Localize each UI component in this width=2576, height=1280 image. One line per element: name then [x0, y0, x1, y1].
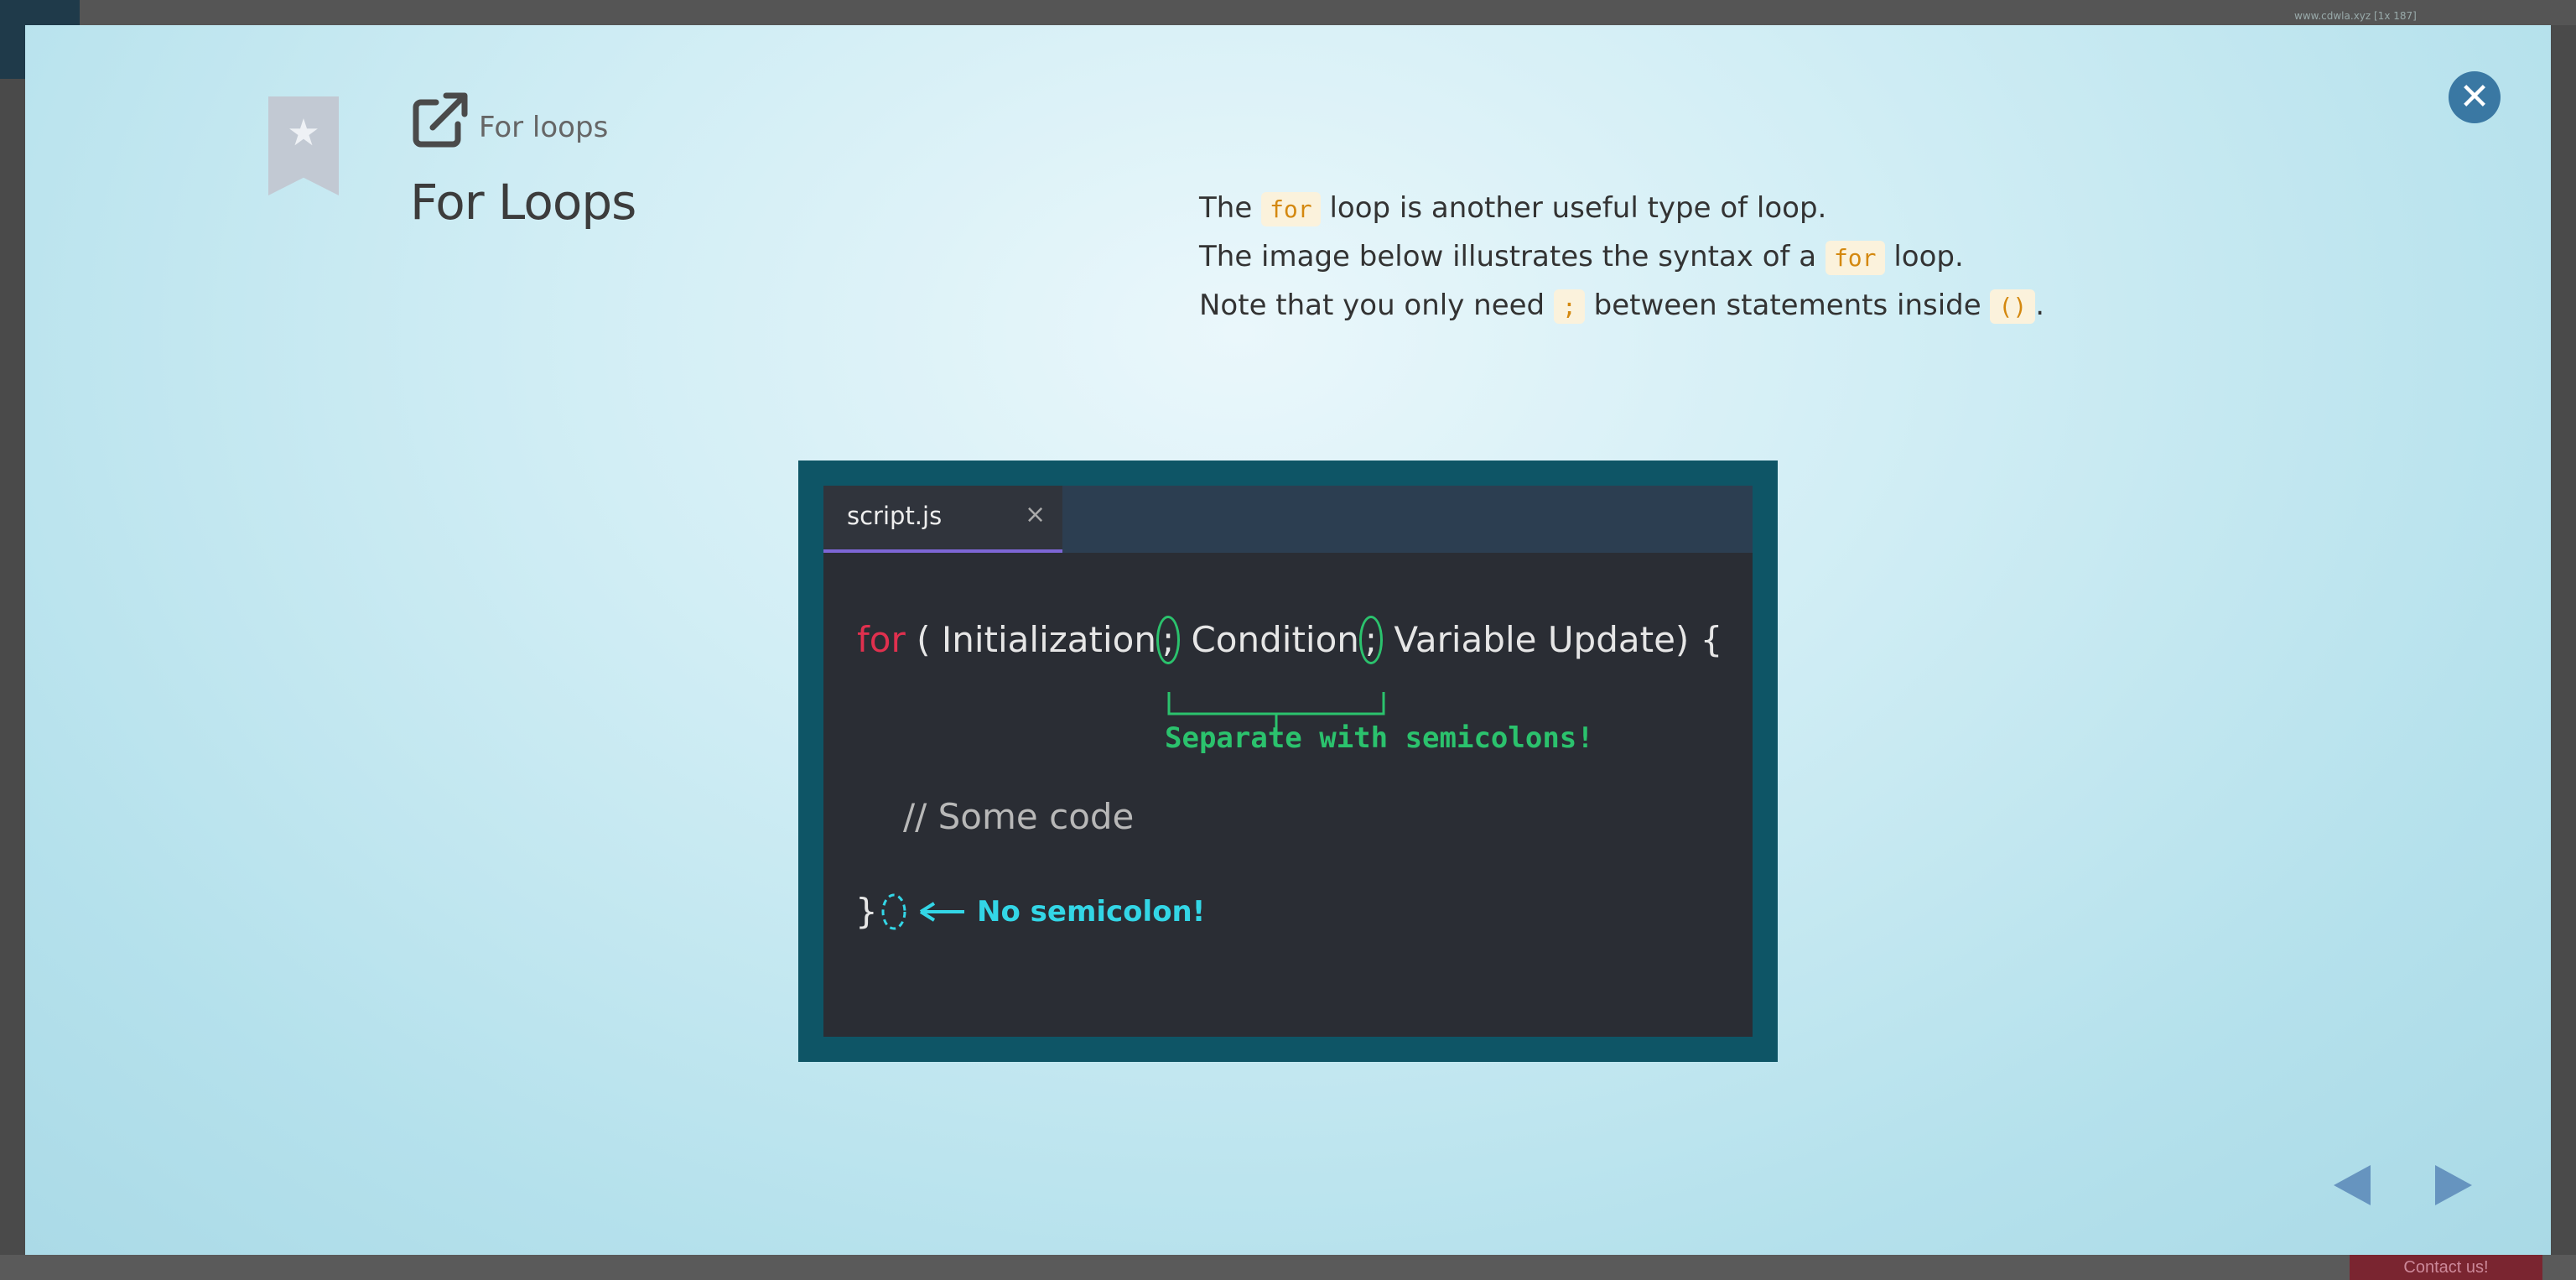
description-line-3: Note that you only need ; between statem…: [1199, 282, 2044, 330]
closing-brace: }: [855, 891, 878, 932]
close-icon: ✕: [2459, 75, 2490, 118]
lesson-description: The for loop is another useful type of l…: [1199, 185, 2044, 330]
page-title: For Loops: [410, 174, 636, 231]
text: loop is another useful type of loop.: [1329, 191, 1827, 225]
text: loop.: [1893, 240, 1964, 273]
text: Note that you only need: [1199, 289, 1545, 322]
for-loop-syntax-figure: script.js × for ( Initialization; Condit…: [798, 460, 1778, 1062]
text: The image below illustrates the syntax o…: [1199, 240, 1817, 273]
inline-code: for: [1825, 241, 1885, 275]
inline-code: for: [1261, 192, 1321, 226]
semicolon-annotation: Separate with semicolons!: [1165, 721, 1594, 755]
no-semicolon-annotation: No semicolon!: [977, 895, 1206, 929]
background-bottom-bar: [0, 1255, 2576, 1280]
bookmark-button[interactable]: ★: [268, 96, 339, 195]
inline-code: (): [1990, 289, 2036, 324]
code-editor: script.js × for ( Initialization; Condit…: [823, 486, 1753, 1037]
previous-button[interactable]: [2327, 1162, 2377, 1209]
description-line-1: The for loop is another useful type of l…: [1199, 185, 2044, 233]
description-line-2: The image below illustrates the syntax o…: [1199, 233, 2044, 282]
text: between statements inside: [1593, 289, 1981, 322]
external-link-icon[interactable]: [411, 91, 470, 149]
close-button[interactable]: ✕: [2449, 71, 2501, 123]
text: The: [1199, 191, 1253, 225]
code-comment: // Some code: [903, 796, 1135, 837]
breadcrumb[interactable]: For loops: [479, 111, 608, 144]
star-icon: ★: [287, 112, 320, 154]
contact-button[interactable]: Contact us!: [2350, 1255, 2542, 1280]
background-url-text: www.cdwla.xyz [1x 187]: [2294, 10, 2417, 22]
inline-code: ;: [1553, 289, 1585, 324]
text: .: [2035, 289, 2045, 322]
lesson-modal: ★ For loops For Loops ✕ The for loop is …: [25, 25, 2551, 1255]
background-top-bar: [0, 0, 2576, 25]
triangle-right-icon: [2435, 1165, 2472, 1205]
semicolon-bracket-lines: [881, 692, 1385, 930]
triangle-left-icon: [2334, 1165, 2371, 1205]
next-button[interactable]: [2428, 1162, 2479, 1209]
